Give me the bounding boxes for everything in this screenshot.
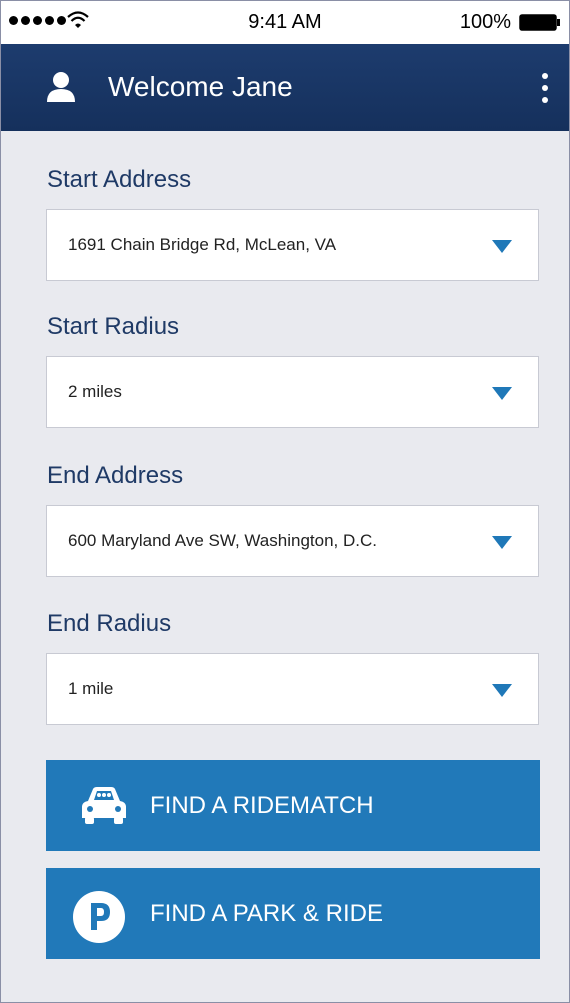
start-address-value: 1691 Chain Bridge Rd, McLean, VA bbox=[68, 235, 337, 254]
start-radius-select[interactable]: 2 miles bbox=[46, 356, 539, 428]
start-address-select[interactable]: 1691 Chain Bridge Rd, McLean, VA bbox=[46, 209, 539, 281]
kebab-menu-icon[interactable] bbox=[535, 70, 555, 106]
dropdown-arrow-icon[interactable] bbox=[492, 240, 512, 253]
end-radius-label: End Radius bbox=[47, 610, 172, 637]
phone-screen: 9:41 AM 100% Welcome Jane Start Address … bbox=[0, 0, 570, 1003]
battery-icon bbox=[519, 14, 560, 31]
car-icon bbox=[82, 787, 126, 824]
find-ridematch-button[interactable]: FIND A RIDEMATCH bbox=[46, 760, 540, 851]
find-ridematch-label: FIND A RIDEMATCH bbox=[150, 792, 374, 819]
status-bar: 9:41 AM 100% bbox=[1, 1, 569, 44]
end-radius-value: 1 mile bbox=[68, 679, 114, 698]
find-park-ride-button[interactable]: FIND A PARK & RIDE bbox=[46, 868, 540, 959]
end-radius-select[interactable]: 1 mile bbox=[46, 653, 539, 725]
dropdown-arrow-icon[interactable] bbox=[492, 684, 512, 697]
welcome-title: Welcome Jane bbox=[108, 71, 293, 102]
app-header: Welcome Jane bbox=[1, 44, 569, 131]
end-address-select[interactable]: 600 Maryland Ave SW, Washington, D.C. bbox=[46, 505, 539, 577]
end-address-value: 600 Maryland Ave SW, Washington, D.C. bbox=[68, 531, 377, 550]
dropdown-arrow-icon[interactable] bbox=[492, 536, 512, 549]
battery-percentage: 100% bbox=[459, 11, 511, 33]
start-radius-value: 2 miles bbox=[68, 382, 122, 401]
end-address-label: End Address bbox=[47, 462, 184, 489]
find-park-ride-label: FIND A PARK & RIDE bbox=[150, 900, 383, 927]
user-icon[interactable] bbox=[45, 71, 77, 103]
parking-icon bbox=[73, 891, 125, 943]
dropdown-arrow-icon[interactable] bbox=[492, 387, 512, 400]
start-address-label: Start Address bbox=[47, 166, 192, 193]
start-radius-label: Start Radius bbox=[47, 313, 180, 340]
